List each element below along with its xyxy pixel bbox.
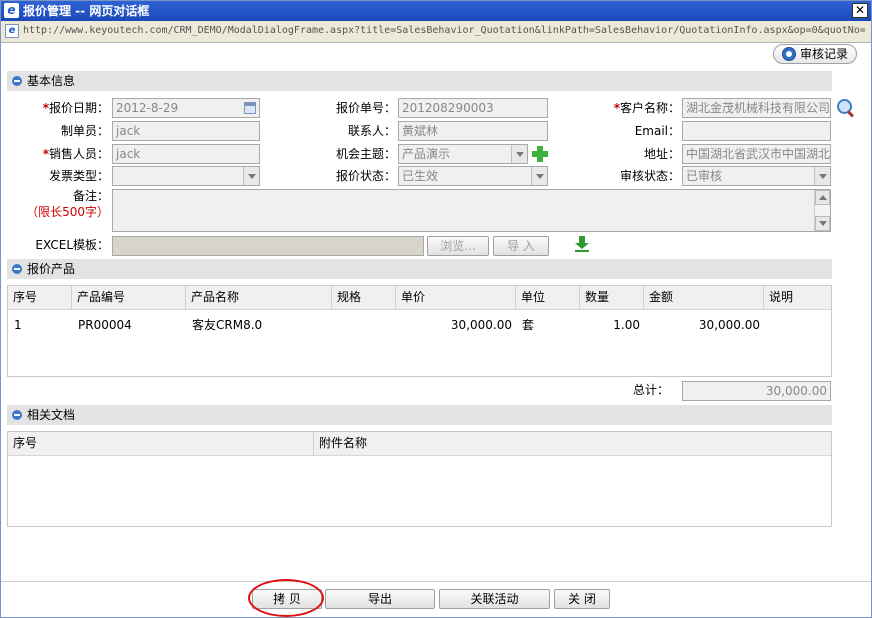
export-button[interactable]: 导出 <box>325 589 435 609</box>
section-documents[interactable]: 相关文档 <box>7 405 832 425</box>
total-field: 30,000.00 <box>682 381 831 401</box>
audit-status-label: 审核状态： <box>619 169 680 183</box>
documents-table: 序号 附件名称 <box>7 431 832 527</box>
column-header[interactable]: 产品名称 <box>186 286 332 310</box>
quote-date-label: *报价日期： <box>42 101 109 115</box>
column-header[interactable]: 单位 <box>516 286 580 310</box>
import-button[interactable]: 导 入 <box>493 236 549 256</box>
collapse-icon[interactable] <box>12 410 22 420</box>
quote-status-select[interactable]: 已生效 <box>398 166 548 186</box>
remark-limit-note: （限长500字） <box>26 205 109 219</box>
remark-textarea[interactable] <box>112 189 831 232</box>
quote-date-field[interactable]: 2012-8-29 <box>112 98 260 118</box>
opportunity-select[interactable]: 产品演示 <box>398 144 528 164</box>
section-title: 基本信息 <box>27 74 76 88</box>
download-icon-base <box>575 250 589 252</box>
ie-icon: e <box>4 3 19 18</box>
cell-qty: 1.00 <box>613 318 640 332</box>
creator-field[interactable]: jack <box>112 121 260 141</box>
excel-template-label: EXCEL模板： <box>35 238 109 252</box>
page-icon: e <box>5 24 19 38</box>
contact-label: 联系人： <box>347 124 396 138</box>
cell-name: 客友CRM8.0 <box>192 318 263 332</box>
browse-button[interactable]: 浏览... <box>427 236 489 256</box>
cell-price: 30,000.00 <box>450 318 512 332</box>
section-basic-info[interactable]: 基本信息 <box>7 71 832 91</box>
chevron-down-icon[interactable] <box>814 167 830 185</box>
column-header[interactable]: 数量 <box>580 286 644 310</box>
window-title: 报价管理 -- 网页对话框 <box>23 4 150 18</box>
dialog-window: e 报价管理 -- 网页对话框 ✕ e http://www.keyoutech… <box>0 0 872 618</box>
calendar-icon[interactable] <box>244 102 256 114</box>
section-products[interactable]: 报价产品 <box>7 259 832 279</box>
audit-status-select[interactable]: 已审核 <box>682 166 831 186</box>
add-icon[interactable] <box>532 146 548 162</box>
column-header[interactable]: 序号 <box>8 286 72 310</box>
title-bar: e 报价管理 -- 网页对话框 ✕ <box>1 1 871 21</box>
column-header[interactable]: 附件名称 <box>314 432 831 456</box>
cell-amount: 30,000.00 <box>698 318 760 332</box>
section-title: 报价产品 <box>27 262 76 276</box>
audit-icon <box>782 47 796 61</box>
column-header[interactable]: 说明 <box>764 286 830 310</box>
quote-status-label: 报价状态： <box>335 169 396 183</box>
email-field[interactable] <box>682 121 831 141</box>
chevron-down-icon[interactable] <box>531 167 547 185</box>
excel-file-input[interactable] <box>112 236 424 256</box>
address-label: 地址： <box>643 147 680 161</box>
customer-field[interactable]: 湖北金茂机械科技有限公司 <box>682 98 831 118</box>
scrollbar[interactable] <box>814 190 830 231</box>
cell-unit: 套 <box>522 318 535 332</box>
scroll-up-icon[interactable] <box>815 190 830 205</box>
column-header[interactable]: 序号 <box>8 432 314 456</box>
table-header: 序号 产品编号 产品名称 规格 单价 单位 数量 金额 说明 <box>8 286 831 310</box>
section-title: 相关文档 <box>27 408 76 422</box>
annotation-circle <box>248 579 324 617</box>
column-header[interactable]: 产品编号 <box>72 286 186 310</box>
sales-field[interactable]: jack <box>112 144 260 164</box>
footer-bar <box>1 581 871 617</box>
column-header[interactable]: 规格 <box>332 286 396 310</box>
collapse-icon[interactable] <box>12 264 22 274</box>
email-label: Email： <box>634 124 680 138</box>
products-table: 序号 产品编号 产品名称 规格 单价 单位 数量 金额 说明 1 PR00004… <box>7 285 832 377</box>
quote-no-label: 报价单号： <box>335 101 396 115</box>
creator-label: 制单员： <box>60 124 109 138</box>
audit-record-button[interactable]: 审核记录 <box>773 44 857 64</box>
contact-field[interactable]: 黄斌林 <box>398 121 548 141</box>
invoice-type-select[interactable] <box>112 166 260 186</box>
cell-no: 1 <box>14 318 22 332</box>
search-icon[interactable] <box>837 99 855 117</box>
address-bar: e http://www.keyoutech.com/CRM_DEMO/Moda… <box>1 21 871 43</box>
close-button[interactable]: 关 闭 <box>554 589 610 609</box>
scroll-down-icon[interactable] <box>815 216 830 231</box>
opportunity-label: 机会主题： <box>335 147 396 161</box>
cell-code: PR00004 <box>78 318 132 332</box>
close-icon[interactable]: ✕ <box>852 3 868 18</box>
invoice-type-label: 发票类型： <box>48 169 109 183</box>
table-header: 序号 附件名称 <box>8 432 831 456</box>
audit-record-label: 审核记录 <box>800 47 849 61</box>
address-field[interactable]: 中国湖北省武汉市中国湖北 <box>682 144 831 164</box>
chevron-down-icon[interactable] <box>511 145 527 163</box>
sales-label: *销售人员： <box>42 147 109 161</box>
related-activity-button[interactable]: 关联活动 <box>439 589 550 609</box>
url-text: http://www.keyoutech.com/CRM_DEMO/ModalD… <box>23 25 865 36</box>
customer-label: *客户名称： <box>613 101 680 115</box>
column-header[interactable]: 单价 <box>396 286 516 310</box>
total-label: 总计： <box>632 383 669 397</box>
quote-no-field[interactable]: 201208290003 <box>398 98 548 118</box>
chevron-down-icon[interactable] <box>243 167 259 185</box>
column-header[interactable]: 金额 <box>644 286 764 310</box>
collapse-icon[interactable] <box>12 76 22 86</box>
